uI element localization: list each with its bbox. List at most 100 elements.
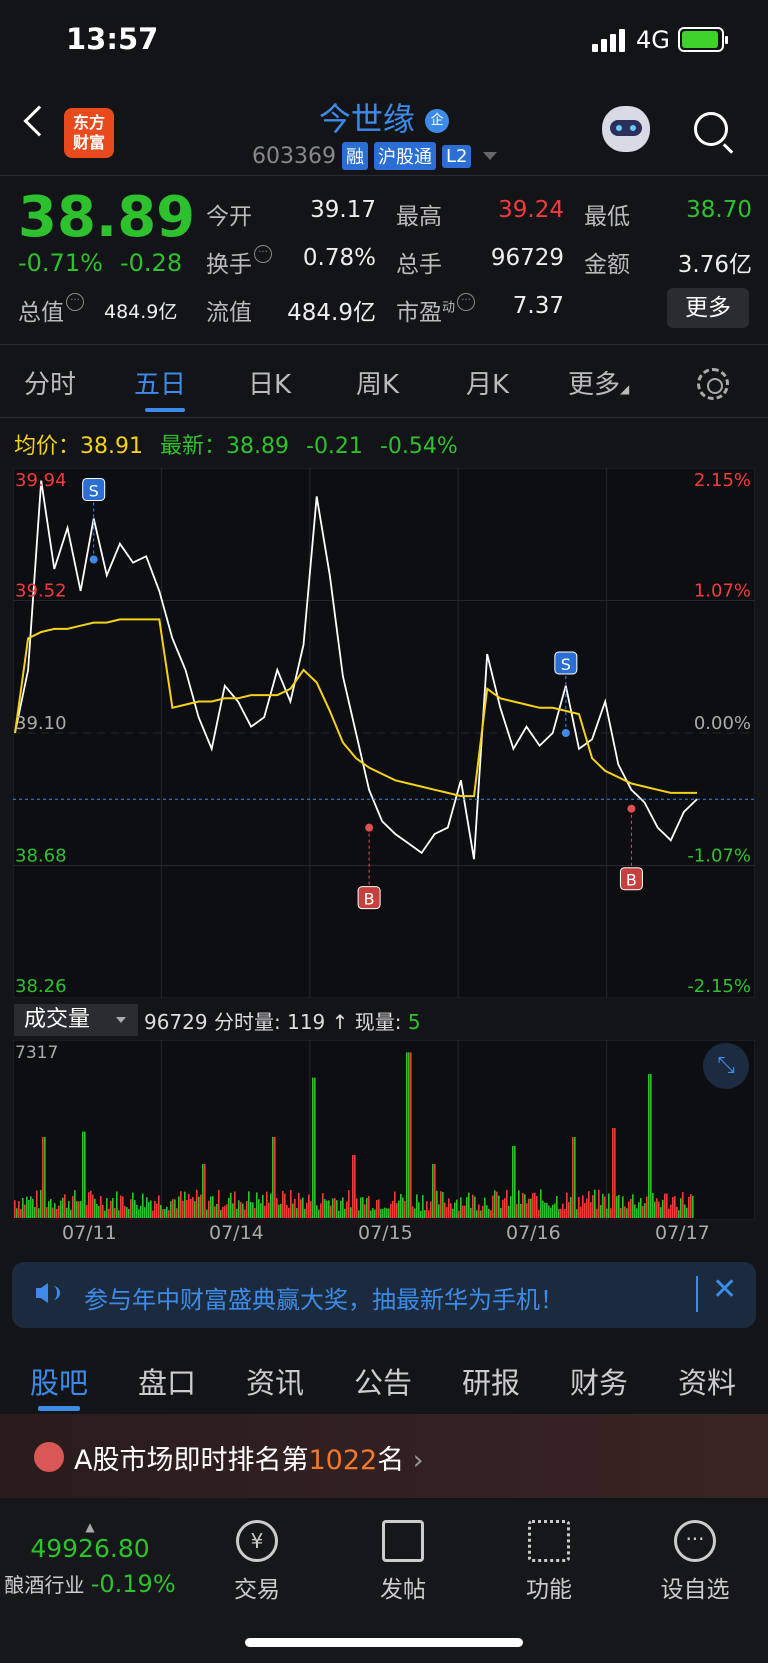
- info-icon[interactable]: ···: [254, 245, 272, 263]
- volume-bar: [98, 1206, 100, 1218]
- volume-bar: [100, 1195, 102, 1218]
- volume-bar: [514, 1146, 516, 1218]
- volume-bar: [228, 1197, 230, 1218]
- tab-orderbook[interactable]: 盘口: [138, 1360, 196, 1402]
- value-market-cap: 484.9亿: [104, 301, 178, 323]
- volume-bar: [268, 1202, 270, 1218]
- tab-weekly-k[interactable]: 周K: [356, 364, 399, 401]
- close-icon[interactable]: ✕: [712, 1272, 737, 1307]
- market-rank-bar[interactable]: A股市场即时排名第1022名 ›: [0, 1414, 768, 1498]
- tab-daily-k[interactable]: 日K: [248, 364, 291, 401]
- banner-text: 参与年中财富盛典赢大奖，抽最新华为手机！: [84, 1286, 564, 1314]
- volume-bar: [488, 1208, 490, 1218]
- stock-name[interactable]: 今世缘 企: [0, 94, 768, 140]
- volume-bar: [498, 1195, 500, 1218]
- chart-tabs: 分时 五日 日K 周K 月K 更多◢: [0, 346, 768, 418]
- volume-bar: [642, 1205, 644, 1218]
- gear-icon[interactable]: [697, 368, 729, 400]
- volume-bar: [512, 1146, 514, 1218]
- nav-trade[interactable]: ¥ 交易: [207, 1520, 307, 1604]
- label-turnover: 换手 ···: [206, 245, 272, 279]
- volume-bar: [610, 1208, 612, 1218]
- volume-bar: [464, 1205, 466, 1218]
- volume-bar: [348, 1190, 350, 1218]
- date-label: 07/14: [209, 1222, 264, 1244]
- volume-bar: [366, 1197, 368, 1218]
- tab-intraday[interactable]: 分时: [24, 364, 76, 401]
- volume-bar: [406, 1052, 408, 1218]
- chevron-down-icon[interactable]: [483, 152, 498, 160]
- volume-bar: [242, 1203, 244, 1218]
- indicator-dropdown[interactable]: 成交量: [14, 1004, 138, 1036]
- volume-bar: [84, 1131, 86, 1218]
- volume-bar: [278, 1204, 280, 1218]
- label-high: 最高: [396, 204, 442, 230]
- volume-bar: [288, 1207, 290, 1218]
- value-open: 39.17: [310, 197, 376, 223]
- industry-index[interactable]: ▲ 49926.80 酿酒行业 -0.19%: [0, 1520, 180, 1598]
- volume-bar: [460, 1197, 462, 1218]
- info-icon[interactable]: ···: [457, 293, 476, 311]
- volume-bar: [684, 1204, 686, 1218]
- volume-bar: [564, 1209, 566, 1218]
- volume-bar: [484, 1197, 486, 1218]
- volume-bar: [138, 1209, 140, 1218]
- volume-bar: [270, 1193, 272, 1218]
- volume-bar: [238, 1200, 240, 1218]
- volume-bar: [106, 1198, 108, 1218]
- volume-bar: [510, 1196, 512, 1218]
- tab-news[interactable]: 资讯: [246, 1360, 304, 1402]
- tab-profile[interactable]: 资料: [678, 1360, 736, 1402]
- volume-bar: [462, 1205, 464, 1218]
- more-button[interactable]: 更多: [667, 288, 749, 328]
- value-float-cap: 484.9亿: [287, 300, 376, 326]
- tab-research[interactable]: 研报: [462, 1360, 520, 1402]
- tab-monthly-k[interactable]: 月K: [466, 364, 509, 401]
- volume-bar: [302, 1197, 304, 1218]
- volume-bar: [146, 1197, 148, 1218]
- expand-icon[interactable]: ⤡: [703, 1043, 749, 1089]
- volume-bar: [638, 1202, 640, 1218]
- volume-bar: [358, 1210, 360, 1218]
- robot-assistant-icon[interactable]: [602, 106, 650, 152]
- info-icon[interactable]: ···: [66, 293, 84, 311]
- volume-bar: [230, 1192, 232, 1218]
- volume-bar: [516, 1204, 518, 1218]
- nav-post[interactable]: 发帖: [353, 1520, 453, 1604]
- tab-five-day[interactable]: 五日: [134, 364, 186, 401]
- volume-bar: [530, 1198, 532, 1218]
- five-day-price-chart[interactable]: S B S B 39.94 39.52 39.10 38.68 38.26 2.15% 1.07% 0…: [13, 468, 755, 998]
- tab-more[interactable]: 更多◢: [568, 364, 629, 401]
- volume-bar: [508, 1205, 510, 1218]
- date-label: 07/15: [358, 1222, 413, 1244]
- promo-banner[interactable]: 参与年中财富盛典赢大奖，抽最新华为手机！ ✕: [12, 1262, 756, 1328]
- volume-bar: [198, 1196, 200, 1218]
- volume-bar: [284, 1193, 286, 1218]
- value-volume: 96729: [490, 245, 564, 271]
- volume-bar: [246, 1200, 248, 1218]
- volume-bar: [162, 1209, 164, 1218]
- marker-dot: [627, 804, 636, 813]
- nav-functions[interactable]: 功能: [499, 1520, 599, 1604]
- volume-bar: [352, 1155, 354, 1218]
- tab-announcements[interactable]: 公告: [354, 1360, 412, 1402]
- battery-icon: [678, 27, 728, 52]
- volume-chart[interactable]: 7317: [13, 1040, 755, 1220]
- volume-bar: [124, 1205, 126, 1218]
- yen-icon: ¥: [236, 1520, 278, 1562]
- volume-bar: [582, 1195, 584, 1218]
- value-high: 39.24: [498, 197, 564, 223]
- volume-bar: [88, 1192, 90, 1218]
- tab-finance[interactable]: 财务: [570, 1360, 628, 1402]
- volume-bar: [430, 1201, 432, 1218]
- search-icon[interactable]: [694, 112, 728, 146]
- volume-bar: [178, 1196, 180, 1218]
- nav-add-watchlist[interactable]: ··· 设自选: [645, 1520, 745, 1604]
- volume-bar: [598, 1189, 600, 1218]
- volume-bar: [220, 1210, 222, 1218]
- volume-bar: [310, 1201, 312, 1218]
- label-amount: 金额: [584, 252, 630, 278]
- volume-bar: [264, 1205, 266, 1218]
- tab-forum[interactable]: 股吧: [30, 1360, 88, 1402]
- volume-bar: [304, 1208, 306, 1218]
